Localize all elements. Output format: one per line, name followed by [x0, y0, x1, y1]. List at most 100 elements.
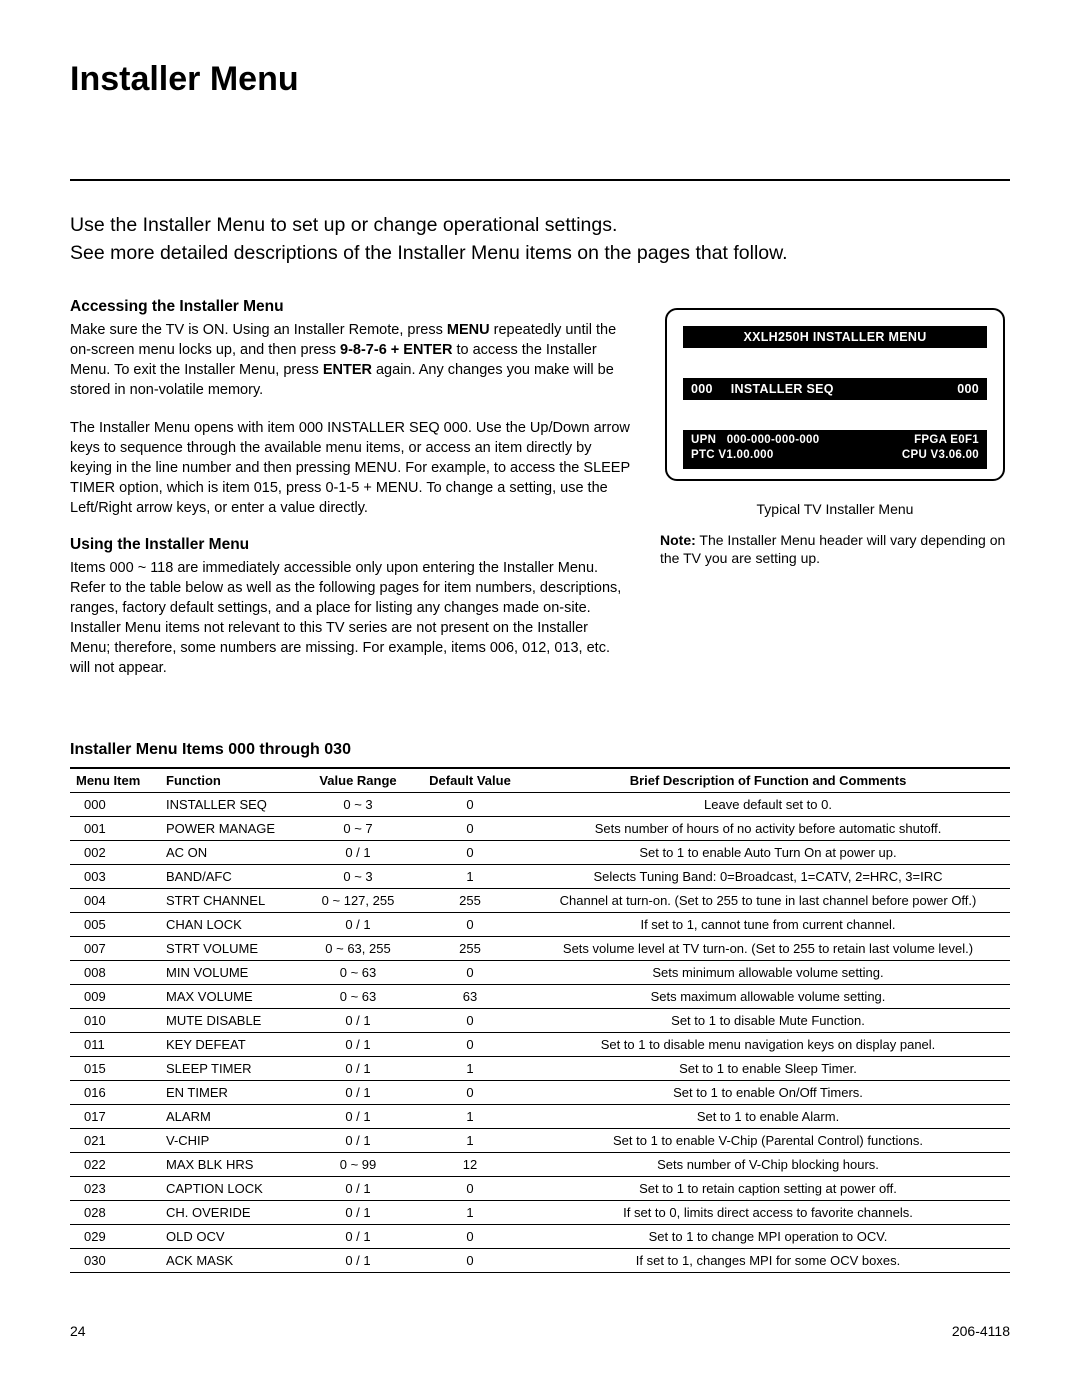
osd-selected-row: 000 INSTALLER SEQ 000 [683, 378, 987, 400]
osd-upn-value: 000-000-000-000 [727, 434, 820, 446]
cell-menu-item: 023 [70, 1176, 160, 1200]
table-row: 004STRT CHANNEL0 ~ 127, 255255Channel at… [70, 888, 1010, 912]
cell-function: CHAN LOCK [160, 912, 302, 936]
osd-title-bar: XXLH250H INSTALLER MENU [683, 326, 987, 348]
cell-value-range: 0 ~ 63 [302, 984, 414, 1008]
cell-function: KEY DEFEAT [160, 1032, 302, 1056]
cell-description: If set to 0, limits direct access to fav… [526, 1200, 1010, 1224]
document-id: 206-4118 [952, 1323, 1010, 1339]
cell-description: Sets maximum allowable volume setting. [526, 984, 1010, 1008]
cell-description: Selects Tuning Band: 0=Broadcast, 1=CATV… [526, 864, 1010, 888]
cell-menu-item: 016 [70, 1080, 160, 1104]
table-row: 030ACK MASK0 / 10If set to 1, changes MP… [70, 1248, 1010, 1272]
cell-default-value: 0 [414, 960, 526, 984]
osd-gap [683, 348, 987, 378]
table-row: 010MUTE DISABLE0 / 10Set to 1 to disable… [70, 1008, 1010, 1032]
cell-function: MIN VOLUME [160, 960, 302, 984]
page-title: Installer Menu [70, 60, 1010, 99]
cell-menu-item: 000 [70, 792, 160, 816]
table-heading: Installer Menu Items 000 through 030 [70, 741, 1010, 759]
cell-value-range: 0 / 1 [302, 1056, 414, 1080]
cell-default-value: 255 [414, 888, 526, 912]
cell-function: CH. OVERIDE [160, 1200, 302, 1224]
cell-description: If set to 1, changes MPI for some OCV bo… [526, 1248, 1010, 1272]
cell-description: Set to 1 to enable On/Off Timers. [526, 1080, 1010, 1104]
cell-default-value: 255 [414, 936, 526, 960]
cell-description: Channel at turn-on. (Set to 255 to tune … [526, 888, 1010, 912]
cell-function: INSTALLER SEQ [160, 792, 302, 816]
osd-footer: UPN 000-000-000-000 FPGA E0F1 PTC V1.00.… [683, 430, 987, 469]
cell-default-value: 0 [414, 1008, 526, 1032]
cell-value-range: 0 / 1 [302, 1248, 414, 1272]
cell-menu-item: 021 [70, 1128, 160, 1152]
table-row: 015SLEEP TIMER0 / 11Set to 1 to enable S… [70, 1056, 1010, 1080]
cell-value-range: 0 / 1 [302, 1224, 414, 1248]
bold-enter: ENTER [323, 362, 372, 378]
accessing-paragraph-1: Make sure the TV is ON. Using an Install… [70, 320, 632, 400]
table-row: 028CH. OVERIDE0 / 11If set to 0, limits … [70, 1200, 1010, 1224]
page-footer: 24 206-4118 [70, 1323, 1010, 1339]
cell-menu-item: 030 [70, 1248, 160, 1272]
cell-value-range: 0 / 1 [302, 1128, 414, 1152]
cell-menu-item: 029 [70, 1224, 160, 1248]
table-row: 001POWER MANAGE0 ~ 70Sets number of hour… [70, 816, 1010, 840]
left-column: Accessing the Installer Menu Make sure t… [70, 298, 632, 696]
cell-function: MUTE DISABLE [160, 1008, 302, 1032]
cell-menu-item: 010 [70, 1008, 160, 1032]
osd-gap [683, 400, 987, 430]
cell-value-range: 0 ~ 99 [302, 1152, 414, 1176]
table-row: 002AC ON0 / 10Set to 1 to enable Auto Tu… [70, 840, 1010, 864]
cell-value-range: 0 ~ 7 [302, 816, 414, 840]
cell-value-range: 0 / 1 [302, 840, 414, 864]
note-text: The Installer Menu header will vary depe… [660, 532, 1005, 567]
cell-menu-item: 007 [70, 936, 160, 960]
text-part: Make sure the TV is ON. Using an Install… [70, 322, 447, 338]
table-row: 007STRT VOLUME0 ~ 63, 255255Sets volume … [70, 936, 1010, 960]
cell-description: Sets number of V-Chip blocking hours. [526, 1152, 1010, 1176]
intro-block: Use the Installer Menu to set up or chan… [70, 211, 1010, 268]
osd-item-number: 000 [691, 382, 713, 396]
cell-function: ALARM [160, 1104, 302, 1128]
cell-description: Sets minimum allowable volume setting. [526, 960, 1010, 984]
cell-function: STRT VOLUME [160, 936, 302, 960]
cell-default-value: 1 [414, 1056, 526, 1080]
osd-upn-label: UPN [691, 434, 716, 446]
cell-description: Set to 1 to enable Alarm. [526, 1104, 1010, 1128]
cell-default-value: 0 [414, 816, 526, 840]
horizontal-rule [70, 179, 1010, 181]
cell-description: Set to 1 to disable Mute Function. [526, 1008, 1010, 1032]
cell-menu-item: 011 [70, 1032, 160, 1056]
cell-value-range: 0 ~ 3 [302, 792, 414, 816]
osd-footer-row-2: PTC V1.00.000 CPU V3.06.00 [691, 448, 979, 464]
cell-menu-item: 004 [70, 888, 160, 912]
table-row: 008MIN VOLUME0 ~ 630Sets minimum allowab… [70, 960, 1010, 984]
table-row: 022MAX BLK HRS0 ~ 9912Sets number of V-C… [70, 1152, 1010, 1176]
osd-item-value: 000 [957, 382, 979, 396]
intro-line-2: See more detailed descriptions of the In… [70, 239, 1010, 267]
two-column-layout: Accessing the Installer Menu Make sure t… [70, 298, 1010, 696]
table-row: 003BAND/AFC0 ~ 31Selects Tuning Band: 0=… [70, 864, 1010, 888]
col-description: Brief Description of Function and Commen… [526, 768, 1010, 793]
table-row: 016EN TIMER0 / 10Set to 1 to enable On/O… [70, 1080, 1010, 1104]
cell-function: EN TIMER [160, 1080, 302, 1104]
right-column: XXLH250H INSTALLER MENU 000 INSTALLER SE… [660, 298, 1010, 696]
col-menu-item: Menu Item [70, 768, 160, 793]
cell-default-value: 0 [414, 1032, 526, 1056]
accessing-heading: Accessing the Installer Menu [70, 298, 632, 316]
cell-menu-item: 001 [70, 816, 160, 840]
cell-default-value: 1 [414, 1128, 526, 1152]
cell-function: ACK MASK [160, 1248, 302, 1272]
page-number: 24 [70, 1323, 86, 1339]
cell-description: Set to 1 to enable Sleep Timer. [526, 1056, 1010, 1080]
cell-description: Set to 1 to retain caption setting at po… [526, 1176, 1010, 1200]
osd-screenshot: XXLH250H INSTALLER MENU 000 INSTALLER SE… [665, 308, 1005, 481]
osd-cpu: CPU V3.06.00 [902, 448, 979, 464]
cell-value-range: 0 / 1 [302, 1200, 414, 1224]
cell-default-value: 0 [414, 840, 526, 864]
col-function: Function [160, 768, 302, 793]
cell-value-range: 0 / 1 [302, 1008, 414, 1032]
cell-menu-item: 028 [70, 1200, 160, 1224]
cell-value-range: 0 ~ 63 [302, 960, 414, 984]
using-heading: Using the Installer Menu [70, 536, 632, 554]
accessing-paragraph-2: The Installer Menu opens with item 000 I… [70, 418, 632, 518]
